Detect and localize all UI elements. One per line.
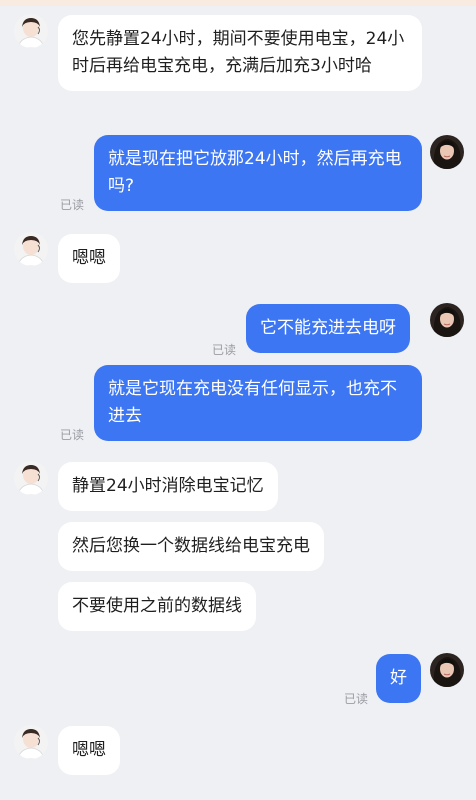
agent-avatar-icon[interactable] xyxy=(14,461,48,495)
message-bubble-outgoing: 就是现在把它放那24小时，然后再充电吗? xyxy=(94,135,422,211)
user-avatar-icon[interactable] xyxy=(430,303,464,337)
message-bubble-incoming: 不要使用之前的数据线 xyxy=(58,582,256,631)
message-bubble-incoming: 嗯嗯 xyxy=(58,234,120,283)
message-bubble-outgoing: 就是它现在充电没有任何显示，也充不进去 xyxy=(94,365,422,441)
top-strip xyxy=(0,0,476,6)
agent-avatar-icon[interactable] xyxy=(14,232,48,266)
read-status: 已读 xyxy=(60,428,85,442)
message-bubble-incoming: 嗯嗯 xyxy=(58,726,120,775)
user-avatar-icon[interactable] xyxy=(430,653,464,687)
read-status: 已读 xyxy=(212,343,237,357)
read-status: 已读 xyxy=(60,198,85,212)
message-bubble-outgoing: 它不能充进去电呀 xyxy=(246,304,410,353)
read-status: 已读 xyxy=(344,692,369,706)
message-bubble-incoming: 然后您换一个数据线给电宝充电 xyxy=(58,522,324,571)
user-avatar-icon[interactable] xyxy=(430,135,464,169)
agent-avatar-icon[interactable] xyxy=(14,725,48,759)
message-bubble-incoming: 静置24小时消除电宝记忆 xyxy=(58,462,278,511)
message-bubble-outgoing: 好 xyxy=(376,654,421,703)
agent-avatar-icon[interactable] xyxy=(14,14,48,48)
message-bubble-incoming: 您先静置24小时，期间不要使用电宝，24小时后再给电宝充电，充满后加充3小时哈 xyxy=(58,15,422,91)
